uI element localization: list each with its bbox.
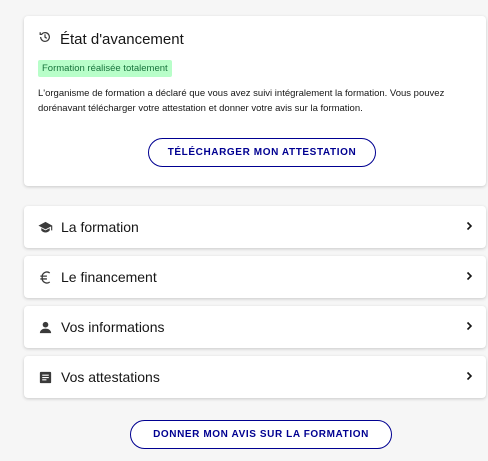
document-icon — [37, 369, 53, 385]
chevron-right-icon — [464, 218, 474, 236]
chevron-right-icon — [464, 368, 474, 386]
accordion-label: Le financement — [61, 269, 157, 285]
accordion-le-financement[interactable]: Le financement — [24, 256, 486, 298]
accordion-la-formation[interactable]: La formation — [24, 206, 486, 248]
status-header: État d'avancement — [38, 30, 472, 49]
give-feedback-button[interactable]: DONNER MON AVIS SUR LA FORMATION — [130, 420, 392, 449]
user-icon — [37, 319, 53, 335]
status-title: État d'avancement — [60, 31, 184, 48]
graduation-cap-icon — [37, 219, 53, 235]
accordion-label: Vos informations — [61, 319, 165, 335]
status-card: État d'avancement Formation réalisée tot… — [24, 16, 486, 186]
accordion-label: La formation — [61, 219, 139, 235]
chevron-right-icon — [464, 268, 474, 286]
status-description: L'organisme de formation a déclaré que v… — [38, 88, 445, 114]
accordion-label: Vos attestations — [61, 369, 160, 385]
euro-icon — [37, 269, 53, 285]
accordion-vos-informations[interactable]: Vos informations — [24, 306, 486, 348]
accordion-vos-attestations[interactable]: Vos attestations — [24, 356, 486, 398]
download-certificate-button[interactable]: TÉLÉCHARGER MON ATTESTATION — [148, 138, 376, 167]
status-badge: Formation réalisée totalement — [38, 60, 172, 77]
chevron-right-icon — [464, 318, 474, 336]
history-icon — [38, 30, 52, 49]
